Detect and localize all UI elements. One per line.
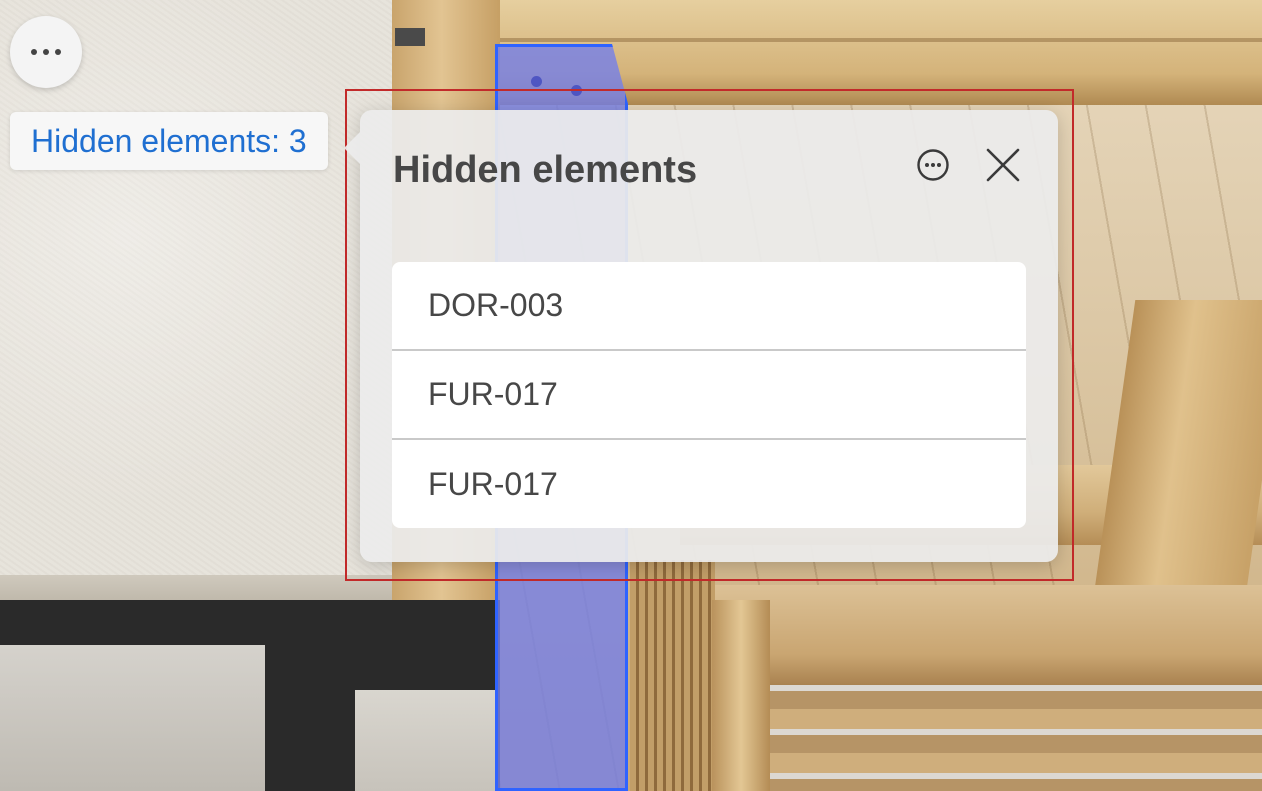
panel-title: Hidden elements — [393, 149, 698, 191]
trim-gap — [395, 28, 425, 46]
panel-menu-button[interactable] — [916, 148, 950, 182]
wood-slats-left — [630, 560, 715, 791]
close-button[interactable] — [984, 146, 1022, 184]
beam-seam — [500, 38, 1262, 42]
list-item[interactable]: FUR-017 — [392, 351, 1026, 440]
ceiling-beam-lower — [700, 585, 1262, 685]
more-circle-icon — [917, 149, 949, 181]
more-horizontal-icon — [31, 49, 61, 55]
hidden-elements-chip[interactable]: Hidden elements: 3 — [10, 112, 328, 170]
wood-slats — [770, 685, 1262, 791]
wood-post — [712, 600, 770, 791]
glass-panel — [0, 645, 265, 791]
hidden-elements-panel: Hidden elements DOR-003 FUR-017 FUR-017 — [344, 110, 1058, 562]
wall-surface — [0, 0, 420, 585]
glass-panel-secondary — [355, 690, 495, 791]
column-marker — [571, 85, 582, 96]
column-marker — [531, 76, 542, 87]
close-icon — [986, 148, 1020, 182]
more-options-button[interactable] — [10, 16, 82, 88]
list-item[interactable]: FUR-017 — [392, 440, 1026, 528]
list-item[interactable]: DOR-003 — [392, 262, 1026, 351]
panel-pointer — [344, 132, 360, 164]
hidden-elements-list: DOR-003 FUR-017 FUR-017 — [392, 262, 1026, 528]
